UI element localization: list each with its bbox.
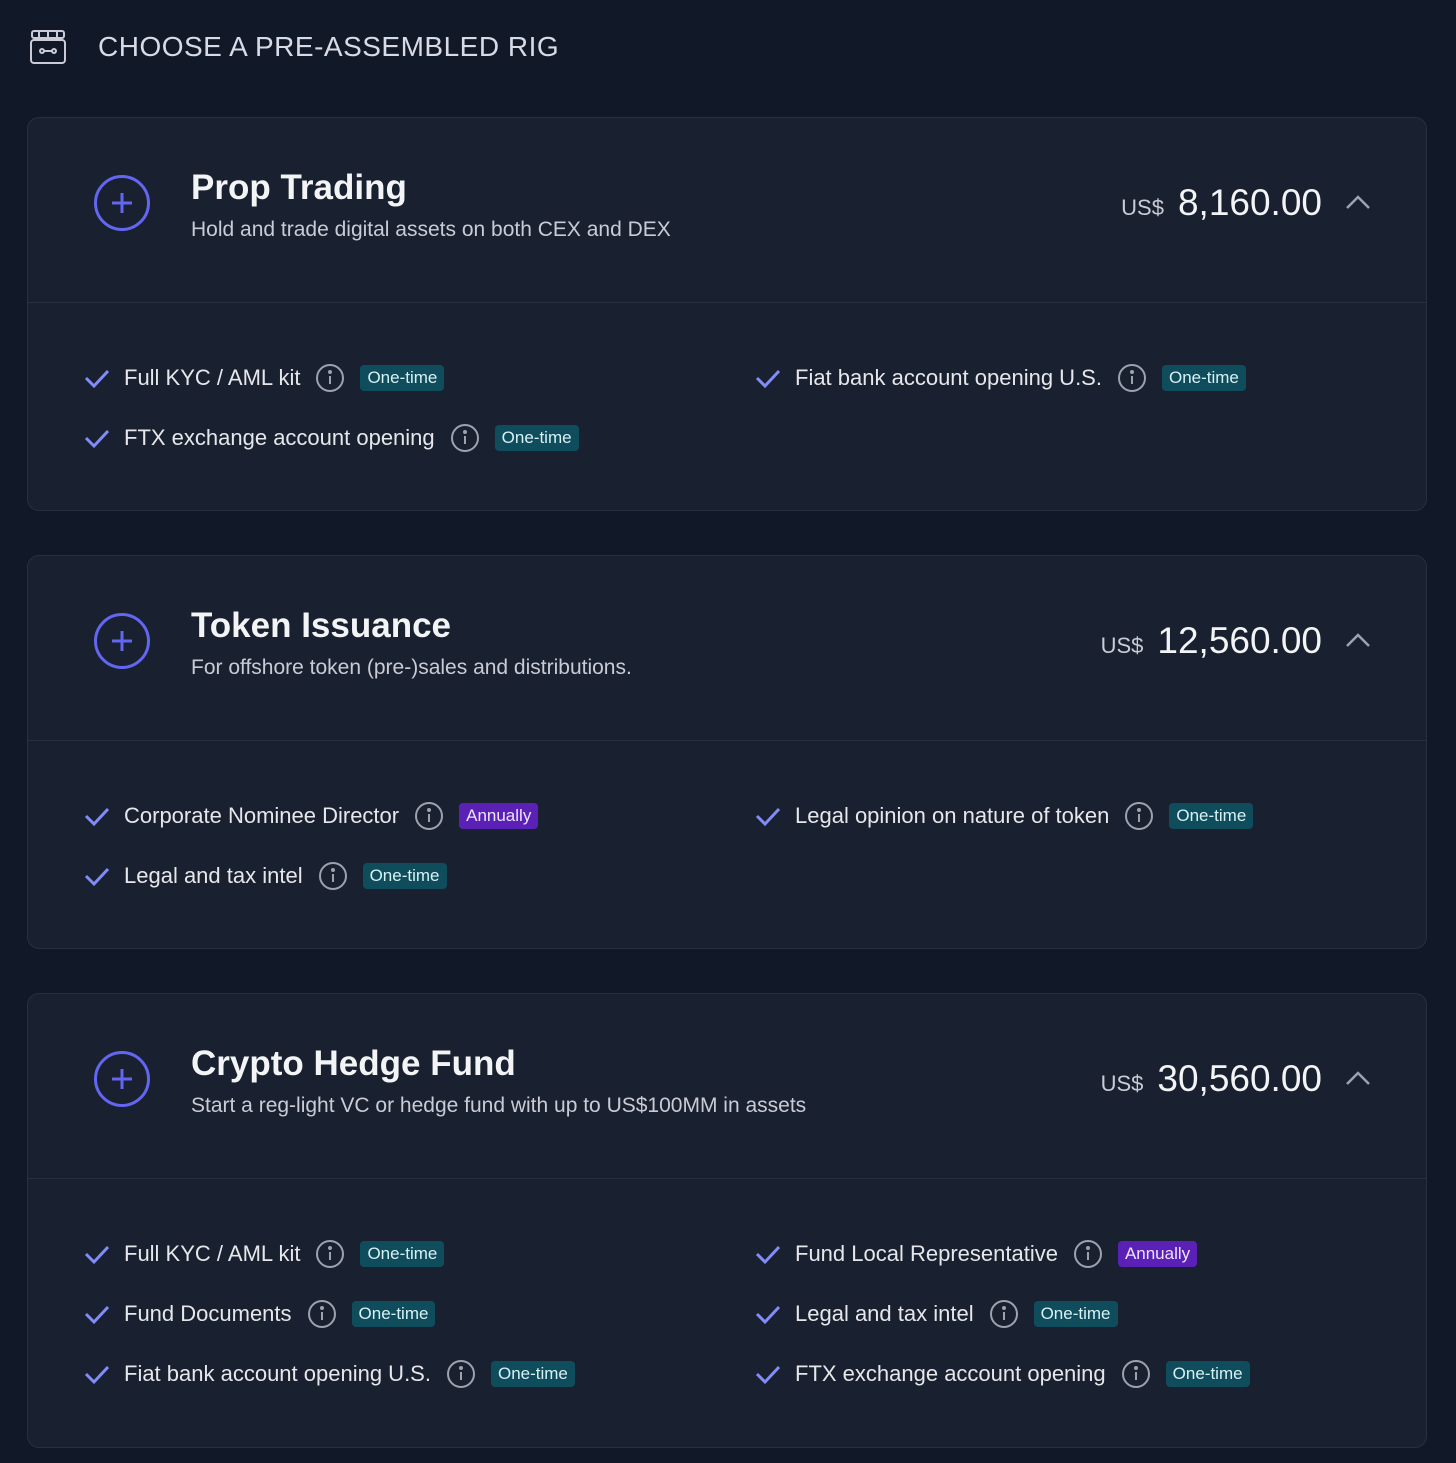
feature-item: Fund Local Representative Annually	[754, 1237, 1354, 1270]
page-title: CHOOSE A PRE-ASSEMBLED RIG	[98, 31, 560, 62]
info-icon[interactable]	[446, 1359, 476, 1389]
info-icon[interactable]	[1117, 363, 1147, 393]
feature-label: Legal and tax intel	[795, 1300, 974, 1326]
check-icon	[755, 807, 781, 826]
feature-item: Legal and tax intel One-time	[83, 859, 754, 892]
feature-list: Corporate Nominee Director Annually Lega…	[83, 799, 1386, 892]
check-icon	[84, 1245, 110, 1264]
frequency-badge: One-time	[362, 862, 447, 889]
info-icon[interactable]	[315, 1239, 345, 1269]
feature-label: Full KYC / AML kit	[124, 364, 301, 390]
feature-label: Full KYC / AML kit	[124, 1240, 301, 1266]
add-circle-icon[interactable]	[93, 612, 151, 670]
card-price: US$ 12,560.00	[1101, 620, 1322, 662]
frequency-badge: Annually	[459, 802, 539, 829]
frequency-badge: One-time	[1165, 1360, 1250, 1387]
frequency-badge: One-time	[490, 1360, 575, 1387]
check-icon	[755, 369, 781, 388]
check-icon	[84, 429, 110, 448]
feature-list: Full KYC / AML kit One-time Fiat bank ac…	[83, 361, 1386, 454]
rig-card-token-issuance: Token Issuance For offshore token (pre-)…	[27, 555, 1427, 949]
card-title: Prop Trading	[191, 168, 407, 207]
feature-item: Corporate Nominee Director Annually	[83, 799, 754, 832]
feature-label: Fund Local Representative	[795, 1240, 1058, 1266]
info-icon[interactable]	[1073, 1239, 1103, 1269]
info-icon[interactable]	[1124, 801, 1154, 831]
check-icon	[84, 867, 110, 886]
frequency-badge: One-time	[360, 364, 445, 391]
info-icon[interactable]	[989, 1299, 1019, 1329]
card-price: US$ 30,560.00	[1101, 1058, 1322, 1100]
feature-label: Corporate Nominee Director	[124, 802, 400, 828]
check-icon	[755, 1305, 781, 1324]
price-amount: 30,560.00	[1157, 1058, 1322, 1099]
check-icon	[84, 1305, 110, 1324]
feature-item: Fund Documents One-time	[83, 1297, 754, 1330]
feature-item: FTX exchange account opening One-time	[754, 1357, 1354, 1390]
info-icon[interactable]	[307, 1299, 337, 1329]
info-icon[interactable]	[318, 861, 348, 891]
feature-label: Fiat bank account opening U.S.	[124, 1360, 431, 1386]
feature-label: Legal and tax intel	[124, 862, 303, 888]
toolbox-icon	[30, 30, 66, 64]
price-currency: US$	[1121, 195, 1164, 220]
card-header: Token Issuance For offshore token (pre-)…	[28, 556, 1426, 741]
feature-item: Legal opinion on nature of token One-tim…	[754, 799, 1354, 832]
check-icon	[84, 369, 110, 388]
chevron-up-icon[interactable]	[1344, 1068, 1372, 1088]
info-icon[interactable]	[1121, 1359, 1151, 1389]
frequency-badge: One-time	[351, 1300, 436, 1327]
info-icon[interactable]	[450, 423, 480, 453]
card-header: Crypto Hedge Fund Start a reg-light VC o…	[28, 994, 1426, 1179]
frequency-badge: One-time	[360, 1240, 445, 1267]
chevron-up-icon[interactable]	[1344, 192, 1372, 212]
check-icon	[84, 807, 110, 826]
card-subtitle: Start a reg-light VC or hedge fund with …	[191, 1094, 807, 1117]
card-subtitle: For offshore token (pre-)sales and distr…	[191, 656, 632, 679]
add-circle-icon[interactable]	[93, 174, 151, 232]
price-amount: 12,560.00	[1157, 620, 1322, 661]
chevron-up-icon[interactable]	[1344, 630, 1372, 650]
card-subtitle: Hold and trade digital assets on both CE…	[191, 218, 671, 241]
feature-label: FTX exchange account opening	[795, 1360, 1106, 1386]
feature-label: Legal opinion on nature of token	[795, 802, 1110, 828]
feature-label: Fund Documents	[124, 1300, 292, 1326]
feature-item: FTX exchange account opening One-time	[83, 421, 754, 454]
feature-label: Fiat bank account opening U.S.	[795, 364, 1102, 390]
feature-item: Fiat bank account opening U.S. One-time	[83, 1357, 754, 1390]
frequency-badge: One-time	[494, 424, 579, 451]
frequency-badge: Annually	[1117, 1240, 1198, 1267]
add-circle-icon[interactable]	[93, 1050, 151, 1108]
check-icon	[84, 1365, 110, 1384]
feature-label: FTX exchange account opening	[124, 424, 435, 450]
page-header: CHOOSE A PRE-ASSEMBLED RIG	[28, 24, 559, 70]
card-title: Crypto Hedge Fund	[191, 1044, 516, 1083]
rig-card-prop-trading: Prop Trading Hold and trade digital asse…	[27, 117, 1427, 511]
frequency-badge: One-time	[1033, 1300, 1118, 1327]
card-price: US$ 8,160.00	[1121, 182, 1322, 224]
rig-card-crypto-hedge-fund: Crypto Hedge Fund Start a reg-light VC o…	[27, 993, 1427, 1448]
frequency-badge: One-time	[1161, 364, 1246, 391]
info-icon[interactable]	[315, 363, 345, 393]
price-currency: US$	[1100, 1071, 1144, 1096]
price-amount: 8,160.00	[1177, 182, 1322, 223]
feature-item: Fiat bank account opening U.S. One-time	[754, 361, 1354, 394]
check-icon	[755, 1245, 781, 1264]
card-title: Token Issuance	[191, 606, 452, 645]
feature-list: Full KYC / AML kit One-time Fund Local R…	[83, 1237, 1386, 1390]
feature-item: Legal and tax intel One-time	[754, 1297, 1354, 1330]
card-header: Prop Trading Hold and trade digital asse…	[28, 118, 1426, 303]
feature-item: Full KYC / AML kit One-time	[83, 1237, 754, 1270]
info-icon[interactable]	[414, 801, 444, 831]
price-currency: US$	[1100, 633, 1144, 658]
frequency-badge: One-time	[1169, 802, 1254, 829]
feature-item: Full KYC / AML kit One-time	[83, 361, 754, 394]
check-icon	[755, 1365, 781, 1384]
